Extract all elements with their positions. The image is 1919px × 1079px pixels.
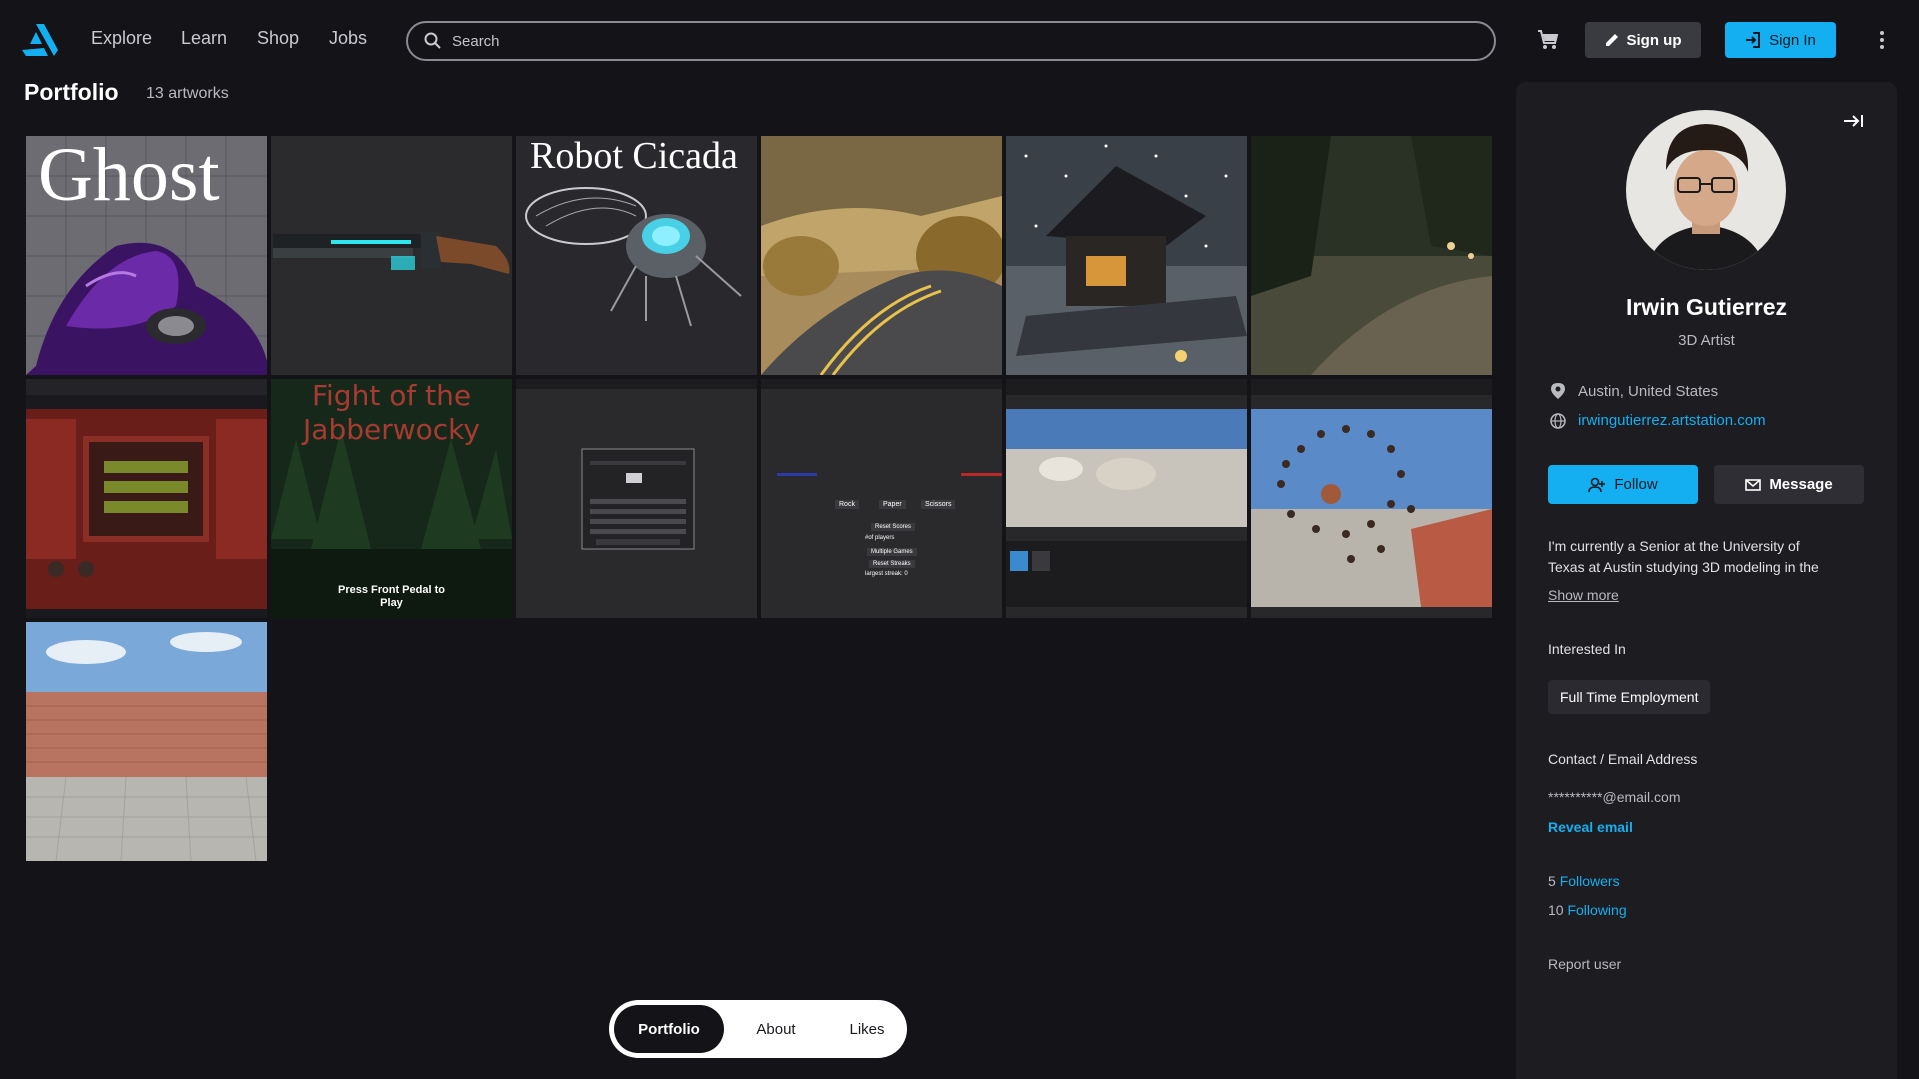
follow-button[interactable]: Follow — [1548, 465, 1698, 504]
artwork-robot-cicada-caption: Robot Cicada — [530, 136, 738, 177]
artwork-ghost-caption: Ghost — [38, 136, 220, 217]
artwork-grid: Ghost Robot Cicada Fight of the Jabberwo… — [26, 136, 1492, 861]
rps-button-rock: Rock — [835, 500, 859, 509]
profile-tabs: Portfolio About Likes — [609, 1000, 907, 1058]
sign-in-icon — [1746, 32, 1761, 48]
artwork-brick-wall[interactable] — [26, 622, 267, 861]
tab-about[interactable]: About — [724, 1005, 828, 1053]
location-text: Austin, United States — [1578, 382, 1719, 400]
pencil-icon — [1605, 34, 1618, 46]
nav-shop[interactable]: Shop — [257, 28, 299, 49]
jabberwocky-subtitle-line-1: Press Front Pedal to — [338, 584, 445, 596]
snow-pavilion-thumbnail — [1006, 136, 1247, 375]
message-button[interactable]: Message — [1714, 465, 1864, 504]
artwork-jabberwocky[interactable]: Fight of the Jabberwocky Press Front Ped… — [271, 379, 512, 618]
contact-email-label: Contact / Email Address — [1548, 751, 1698, 767]
nav-learn[interactable]: Learn — [181, 28, 227, 49]
cart-icon[interactable] — [1536, 28, 1560, 52]
search-input[interactable] — [452, 32, 1452, 50]
rps-button-scissors: Scissors — [921, 500, 956, 509]
message-label: Message — [1769, 476, 1833, 493]
portfolio-title: Portfolio — [24, 79, 119, 105]
follow-label: Follow — [1614, 476, 1658, 493]
search-bar[interactable] — [406, 21, 1496, 61]
orb-spiral-thumbnail — [1251, 379, 1492, 618]
tab-likes[interactable]: Likes — [828, 1005, 906, 1053]
collapse-sidebar-icon[interactable] — [1842, 112, 1864, 130]
masked-email: **********@email.com — [1548, 789, 1681, 805]
red-machine-thumbnail — [26, 379, 267, 618]
followers-count: 5 — [1548, 873, 1556, 889]
artwork-orb-spiral[interactable] — [1251, 379, 1492, 618]
bio-line-1: I'm currently a Senior at the University… — [1548, 538, 1800, 554]
tab-portfolio[interactable]: Portfolio — [614, 1005, 724, 1053]
more-vertical-icon[interactable] — [1875, 28, 1889, 52]
artwork-shotgun[interactable] — [271, 136, 512, 375]
search-icon — [424, 32, 441, 49]
followers-row[interactable]: 5 Followers — [1548, 873, 1620, 889]
website-link[interactable]: irwingutierrez.artstation.com — [1578, 412, 1766, 429]
profile-sidebar: Irwin Gutierrez 3D Artist Austin, United… — [1516, 82, 1897, 1079]
report-user-link[interactable]: Report user — [1548, 956, 1621, 972]
jabberwocky-title-line-1: Fight of the — [311, 379, 472, 412]
avatar-photo — [1626, 110, 1786, 270]
profile-bio: I'm currently a Senior at the University… — [1548, 536, 1868, 578]
add-user-icon — [1588, 477, 1606, 492]
brick-wall-thumbnail — [26, 622, 267, 861]
jabberwocky-title: Fight of the Jabberwocky — [271, 379, 512, 447]
artwork-desert-road[interactable] — [761, 136, 1002, 375]
artwork-fracture-tool[interactable] — [516, 379, 757, 618]
nav-explore[interactable]: Explore — [91, 28, 152, 49]
rps-menu-largest-streak: largest streak: 0 — [865, 571, 908, 577]
editor-animals-thumbnail — [1006, 379, 1247, 618]
show-more-link[interactable]: Show more — [1548, 587, 1619, 603]
artwork-snow-pavilion[interactable] — [1006, 136, 1247, 375]
location-pin-icon — [1551, 383, 1565, 399]
rps-menu-reset-scores: Reset Scores — [871, 523, 916, 531]
following-count: 10 — [1548, 902, 1564, 918]
artwork-rock-paper-scissors[interactable]: Rock Paper Scissors Reset Scores #of pla… — [761, 379, 1002, 618]
avatar — [1626, 110, 1786, 270]
interested-in-label: Interested In — [1548, 641, 1626, 657]
jabberwocky-title-line-2: Jabberwocky — [303, 413, 480, 446]
jabberwocky-subtitle: Press Front Pedal to Play — [271, 584, 512, 610]
sign-up-label: Sign up — [1626, 31, 1682, 49]
fracture-tool-thumbnail — [516, 379, 757, 618]
sign-up-button[interactable]: Sign up — [1585, 22, 1701, 58]
rps-menu-reset-streaks: Reset Streaks — [869, 560, 915, 568]
sign-in-button[interactable]: Sign In — [1725, 22, 1836, 58]
desert-road-thumbnail — [761, 136, 1002, 375]
artwork-ghost[interactable]: Ghost — [26, 136, 267, 375]
top-navigation: Explore Learn Shop Jobs Sign up Sign In — [0, 0, 1919, 82]
jabberwocky-subtitle-line-2: Play — [380, 597, 403, 609]
sign-in-label: Sign In — [1769, 31, 1816, 49]
shotgun-thumbnail — [271, 136, 512, 375]
reveal-email-link[interactable]: Reveal email — [1548, 819, 1633, 835]
rps-menu-players: #of players — [865, 535, 895, 541]
bio-line-2: Texas at Austin studying 3D modeling in … — [1548, 559, 1819, 575]
website-row: irwingutierrez.artstation.com — [1550, 412, 1766, 429]
artwork-editor-animals[interactable] — [1006, 379, 1247, 618]
following-row[interactable]: 10 Following — [1548, 902, 1627, 918]
rps-top-bar — [761, 379, 1002, 389]
artwork-robot-cicada[interactable]: Robot Cicada — [516, 136, 757, 375]
profile-role: 3D Artist — [1678, 332, 1735, 349]
profile-name: Irwin Gutierrez — [1625, 294, 1788, 320]
rps-opponent-label — [961, 473, 1002, 476]
following-link[interactable]: Following — [1567, 902, 1626, 918]
night-forest-thumbnail — [1251, 136, 1492, 375]
artstation-logo-icon[interactable] — [22, 22, 58, 56]
globe-icon — [1550, 412, 1566, 429]
artwork-red-machine[interactable] — [26, 379, 267, 618]
location-row: Austin, United States — [1550, 382, 1718, 400]
followers-link[interactable]: Followers — [1560, 873, 1620, 889]
artwork-night-forest[interactable] — [1251, 136, 1492, 375]
artwork-count: 13 artworks — [146, 85, 229, 102]
interest-chip: Full Time Employment — [1548, 680, 1711, 714]
nav-jobs[interactable]: Jobs — [329, 28, 367, 49]
rps-player-label — [777, 473, 817, 476]
rps-button-paper: Paper — [879, 500, 906, 509]
rps-menu-multiple-games: Multiple Games — [867, 548, 917, 556]
envelope-icon — [1745, 478, 1762, 491]
